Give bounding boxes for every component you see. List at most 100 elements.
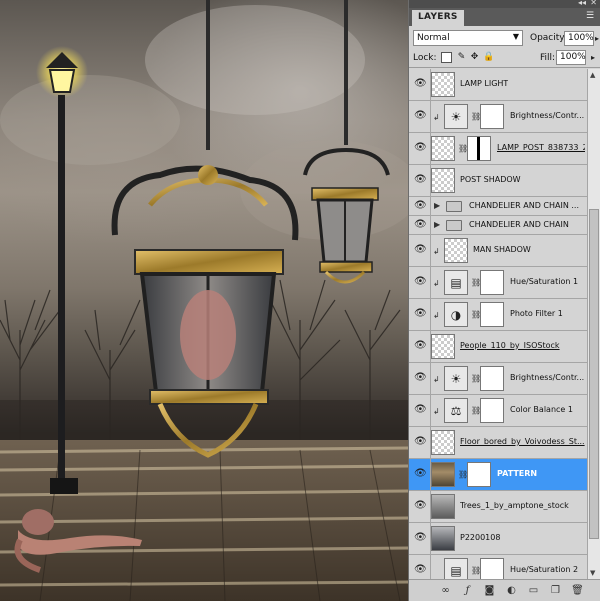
visibility-eye-icon[interactable]: 👁 <box>414 500 427 512</box>
column-divider <box>430 197 431 215</box>
add-mask-icon[interactable]: ◙ <box>483 584 496 597</box>
clipping-mask-icon: ↲ <box>433 375 440 384</box>
layer-row[interactable]: 👁⛓LAMP_POST_838733_2... <box>409 133 587 165</box>
scales-icon: ⚖ <box>444 398 468 423</box>
layers-panel: ◂◂ ✕ LAYERS ☰ Normal ▼ Opacity: 100% ▸ L… <box>408 0 600 601</box>
layer-mask-thumbnail[interactable] <box>480 398 504 423</box>
column-divider <box>430 395 431 426</box>
layer-mask-thumbnail[interactable] <box>480 104 504 129</box>
sun-icon: ☀ <box>444 104 468 129</box>
panel-tab-row: LAYERS ☰ <box>409 8 600 26</box>
layer-row[interactable]: 👁 ↲ ⚖ ⛓ Color Balance 1 <box>409 395 587 427</box>
column-divider <box>430 235 431 266</box>
collapse-panel-icon[interactable]: ◂◂ <box>578 0 586 7</box>
layer-group-row[interactable]: 👁 ▶ CHANDELIER AND CHAIN ... <box>409 197 587 216</box>
visibility-eye-icon[interactable]: 👁 <box>414 532 427 544</box>
layer-name: CHANDELIER AND CHAIN ... <box>469 201 579 210</box>
new-group-folder-icon[interactable]: ▭ <box>527 584 540 597</box>
visibility-eye-icon[interactable]: 👁 <box>414 372 427 384</box>
visibility-eye-icon[interactable]: 👁 <box>414 200 427 212</box>
fill-field[interactable]: 100% <box>556 50 586 65</box>
visibility-eye-icon[interactable]: 👁 <box>414 308 427 320</box>
layer-name: LAMP LIGHT <box>460 79 509 88</box>
visibility-eye-icon[interactable]: 👁 <box>414 340 427 352</box>
link-layers-icon[interactable]: ∞ <box>439 584 452 597</box>
visibility-eye-icon[interactable]: 👁 <box>414 174 427 186</box>
adjustment-layer-icon[interactable]: ◐ <box>505 584 518 597</box>
layer-row[interactable]: 👁 ↲ MAN SHADOW <box>409 235 587 267</box>
visibility-eye-icon[interactable]: 👁 <box>414 564 427 576</box>
lock-transparency-icon[interactable] <box>441 52 452 63</box>
clipping-mask-icon: ↲ <box>433 247 440 256</box>
layer-row[interactable]: 👁 ↲ ◑ ⛓ Photo Filter 1 <box>409 299 587 331</box>
visibility-eye-icon[interactable]: 👁 <box>414 244 427 256</box>
layer-row[interactable]: 👁 LAMP LIGHT <box>409 69 587 101</box>
layer-mask-thumbnail[interactable] <box>480 558 504 579</box>
layer-mask-thumbnail[interactable] <box>467 462 491 487</box>
layer-mask-thumbnail[interactable] <box>480 366 504 391</box>
visibility-eye-icon[interactable]: 👁 <box>414 468 427 480</box>
folder-icon <box>446 220 462 231</box>
scroll-down-icon[interactable]: ▼ <box>590 569 595 577</box>
new-layer-icon[interactable]: ❐ <box>549 584 562 597</box>
layer-row[interactable]: 👁 ↲ ☀ ⛓ Brightness/Contr... <box>409 101 587 133</box>
visibility-eye-icon[interactable]: 👁 <box>414 276 427 288</box>
visibility-eye-icon[interactable]: 👁 <box>414 110 427 122</box>
layer-row[interactable]: 👁 ↲ ▤ ⛓ Hue/Saturation 1 <box>409 267 587 299</box>
delete-layer-trash-icon[interactable]: 🗑 <box>571 584 584 597</box>
folder-icon <box>446 201 462 212</box>
sun-icon: ☀ <box>444 366 468 391</box>
layer-name: LAMP_POST_838733_2... <box>497 143 585 152</box>
layer-style-fx-icon[interactable]: ƒ <box>461 584 474 597</box>
clipping-mask-icon: ↲ <box>433 311 440 320</box>
visibility-eye-icon[interactable]: 👁 <box>414 142 427 154</box>
layer-name: People_110_by_ISOStock <box>460 341 560 350</box>
document-canvas[interactable] <box>0 0 408 601</box>
visibility-eye-icon[interactable]: 👁 <box>414 436 427 448</box>
column-divider <box>430 299 431 330</box>
tab-layers[interactable]: LAYERS <box>412 10 464 26</box>
layers-scrollbar[interactable]: ▲ ▼ <box>587 69 600 579</box>
panel-bottom-toolbar: ∞ ƒ ◙ ◐ ▭ ❐ 🗑 <box>409 579 600 601</box>
scrollbar-thumb[interactable] <box>589 209 599 539</box>
visibility-eye-icon[interactable]: 👁 <box>414 219 427 231</box>
opacity-arrow-icon[interactable]: ▸ <box>595 34 599 43</box>
layer-name: P2200108 <box>460 533 501 542</box>
layer-name: Photo Filter 1 <box>510 309 563 318</box>
hue-saturation-icon: ▤ <box>444 270 468 295</box>
visibility-eye-icon[interactable]: 👁 <box>414 404 427 416</box>
column-divider <box>430 216 431 234</box>
layer-row[interactable]: 👁 POST SHADOW <box>409 165 587 197</box>
layer-name: Floor_bored_by_Voivodess_St... <box>460 437 585 446</box>
close-panel-icon[interactable]: ✕ <box>590 0 597 7</box>
scroll-up-icon[interactable]: ▲ <box>590 71 595 79</box>
layer-thumbnail <box>431 168 455 193</box>
layer-thumbnail <box>431 72 455 97</box>
hue-saturation-icon: ▤ <box>444 558 468 579</box>
layer-name: Brightness/Contr... <box>510 373 585 382</box>
fill-arrow-icon[interactable]: ▸ <box>591 53 595 62</box>
blend-mode-dropdown[interactable]: Normal ▼ <box>413 30 523 46</box>
lock-image-brush-icon[interactable]: ✎ <box>456 52 467 63</box>
layer-mask-thumbnail[interactable] <box>480 270 504 295</box>
expand-triangle-icon[interactable]: ▶ <box>434 201 440 210</box>
layer-name: Brightness/Contr... <box>510 111 585 120</box>
layer-mask-thumbnail[interactable] <box>480 302 504 327</box>
layer-group-row[interactable]: 👁 ▶ CHANDELIER AND CHAIN <box>409 216 587 235</box>
layer-row[interactable]: 👁 ⛓ PATTERN <box>409 459 587 491</box>
layer-thumbnail <box>444 238 468 263</box>
layer-name: Hue/Saturation 1 <box>510 277 579 286</box>
expand-triangle-icon[interactable]: ▶ <box>434 220 440 229</box>
visibility-eye-icon[interactable]: 👁 <box>414 78 427 90</box>
lock-position-move-icon[interactable]: ✥ <box>469 52 480 63</box>
layer-row[interactable]: 👁 ↲ ☀ ⛓ Brightness/Contr... <box>409 363 587 395</box>
opacity-field[interactable]: 100% <box>564 31 594 46</box>
layer-row[interactable]: 👁 People_110_by_ISOStock <box>409 331 587 363</box>
lock-all-icon[interactable]: 🔒 <box>483 52 494 63</box>
panel-menu-icon[interactable]: ☰ <box>584 11 596 22</box>
layer-row[interactable]: 👁 Trees_1_by_amptone_stock <box>409 491 587 523</box>
layer-row[interactable]: 👁 P2200108 <box>409 523 587 555</box>
layer-row[interactable]: 👁 ▤ ⛓ Hue/Saturation 2 <box>409 555 587 579</box>
layer-mask-thumbnail[interactable] <box>467 136 491 161</box>
layer-row[interactable]: 👁 Floor_bored_by_Voivodess_St... <box>409 427 587 459</box>
